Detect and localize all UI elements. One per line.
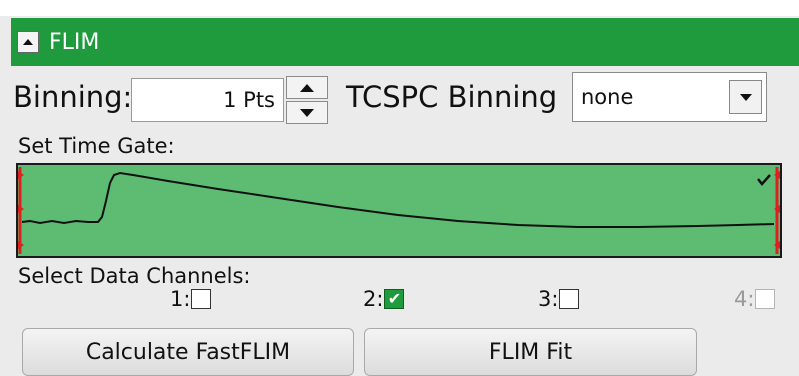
triangle-down-icon [300, 108, 314, 117]
channels-label: Select Data Channels: [18, 264, 251, 288]
channel-label: 4: [734, 287, 755, 311]
time-gate-plot[interactable] [16, 163, 782, 258]
binning-stepper [286, 76, 328, 124]
checkbox-box [755, 289, 776, 309]
channel-label: 3: [538, 287, 559, 311]
window-top-edge [0, 0, 799, 16]
triangle-up-icon [300, 83, 314, 92]
channel-label: 2: [363, 287, 384, 311]
dropdown-button[interactable] [729, 80, 762, 114]
tcspc-binning-label: TCSPC Binning [346, 80, 558, 114]
stepper-up-button[interactable] [286, 76, 328, 99]
left-gate-marker[interactable] [18, 167, 24, 254]
check-icon [757, 174, 771, 186]
channel-1-checkbox[interactable]: 1: [170, 287, 212, 311]
channel-label: 1: [170, 287, 191, 311]
calculate-fastflim-button[interactable]: Calculate FastFLIM [22, 328, 354, 376]
triangle-up-icon [23, 39, 33, 45]
checkbox-box[interactable] [559, 289, 580, 309]
panel-title: FLIM [49, 29, 100, 55]
tcspc-binning-select[interactable]: none [572, 72, 767, 122]
check-icon: ✔ [387, 289, 402, 308]
decay-curve-graphic [18, 167, 780, 254]
checkbox-box[interactable]: ✔ [384, 289, 405, 309]
binning-input[interactable]: 1 Pts [131, 78, 284, 122]
stepper-down-button[interactable] [286, 101, 328, 124]
channel-4-checkbox: 4: [734, 287, 776, 311]
right-gate-marker[interactable] [774, 167, 780, 254]
decay-curve [21, 171, 775, 228]
channel-2-checkbox[interactable]: 2: ✔ [363, 287, 405, 311]
collapse-button[interactable] [17, 31, 39, 53]
tcspc-selected-value: none [581, 85, 634, 109]
flim-fit-button[interactable]: FLIM Fit [364, 328, 697, 376]
binning-label: Binning: [13, 80, 133, 114]
channel-3-checkbox[interactable]: 3: [538, 287, 580, 311]
flim-panel-header[interactable]: FLIM [11, 18, 799, 66]
checkbox-box[interactable] [191, 289, 212, 309]
chevron-down-icon [739, 93, 752, 101]
time-gate-label: Set Time Gate: [18, 134, 175, 158]
